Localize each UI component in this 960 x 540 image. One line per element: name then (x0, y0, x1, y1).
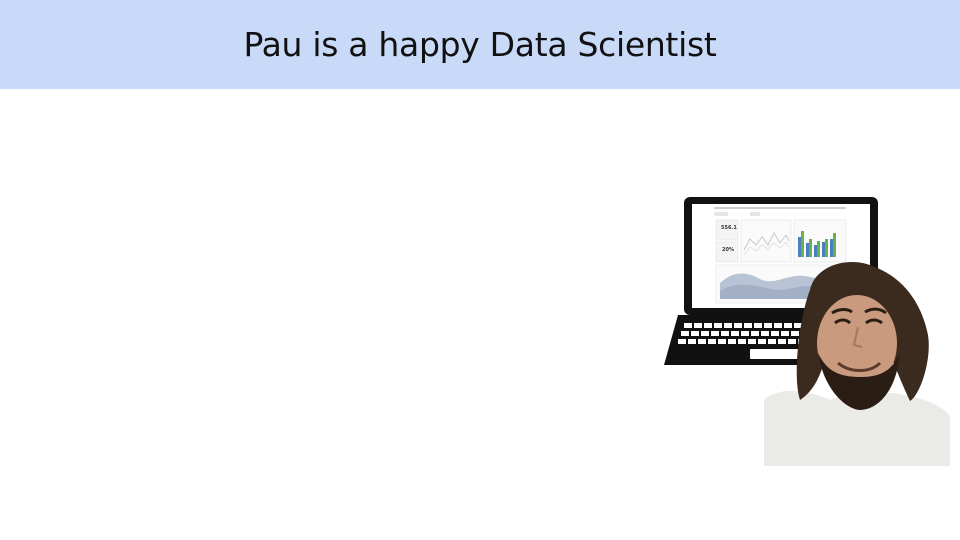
laptop-icon (664, 197, 880, 365)
slide-title: Pau is a happy Data Scientist (243, 25, 717, 64)
kpi-value-2: 20% (722, 247, 734, 253)
title-bar: Pau is a happy Data Scientist (0, 0, 960, 89)
illustration: 556.1 20% (660, 195, 952, 467)
kpi-value-1: 556.1 (721, 225, 737, 231)
